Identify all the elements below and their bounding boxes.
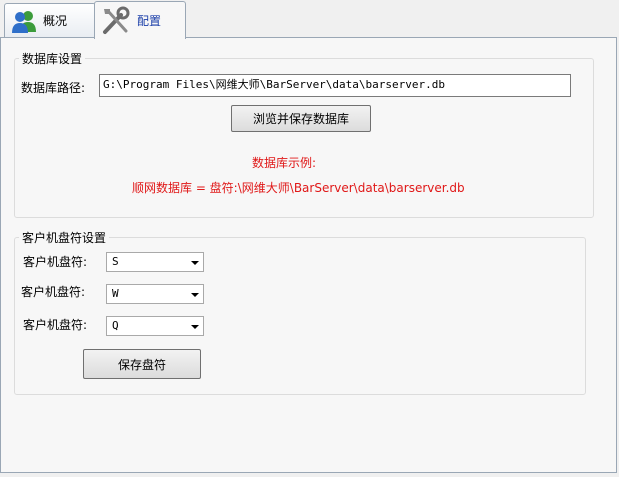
config-window: 概况 配置 数据库设置 数据库路径: G:\Program Files\网维大师…: [0, 0, 619, 477]
save-drive-button[interactable]: 保存盘符: [83, 349, 201, 379]
client-drive-label-1: 客户机盘符:: [23, 255, 88, 269]
client-drive-value-3: Q: [112, 319, 119, 332]
chevron-down-icon: [191, 293, 199, 297]
client-drive-select-2[interactable]: W: [106, 284, 204, 304]
database-example-value: 顺网数据库 = 盘符:\网维大师\BarServer\data\barserve…: [132, 181, 465, 195]
client-drive-value-1: S: [112, 255, 119, 268]
client-drive-select-1[interactable]: S: [106, 252, 204, 272]
tools-icon: [99, 6, 133, 36]
database-path-label: 数据库路径:: [21, 81, 86, 95]
database-settings-group: 数据库设置 数据库路径: G:\Program Files\网维大师\BarSe…: [14, 51, 594, 218]
client-drive-settings-title: 客户机盘符设置: [19, 230, 110, 246]
client-drive-label-3: 客户机盘符:: [23, 318, 88, 332]
chevron-down-icon: [191, 261, 199, 265]
database-settings-title: 数据库设置: [19, 51, 86, 67]
client-drive-label-2: 客户机盘符:: [21, 285, 86, 299]
browse-save-database-button[interactable]: 浏览并保存数据库: [231, 105, 371, 132]
tab-config[interactable]: 配置: [94, 1, 186, 39]
database-path-input[interactable]: G:\Program Files\网维大师\BarServer\data\bar…: [99, 74, 571, 97]
client-drive-select-3[interactable]: Q: [106, 316, 204, 336]
database-example-text: 顺网数据库 = 盘符:\网维大师\BarServer\data\barserve…: [132, 179, 465, 196]
chevron-down-icon: [191, 325, 199, 329]
users-icon: [9, 8, 39, 34]
database-example-heading: 数据库示例:: [252, 156, 317, 170]
tab-config-label: 配置: [137, 14, 162, 28]
client-drive-value-2: W: [112, 287, 119, 300]
client-drive-settings-group: 客户机盘符设置 客户机盘符: S 客户机盘符: W 客户机盘符: Q 保存盘符: [14, 230, 586, 395]
tab-panel-config: 数据库设置 数据库路径: G:\Program Files\网维大师\BarSe…: [0, 37, 617, 473]
tab-overview[interactable]: 概况: [4, 3, 96, 37]
tab-overview-label: 概况: [43, 14, 68, 28]
